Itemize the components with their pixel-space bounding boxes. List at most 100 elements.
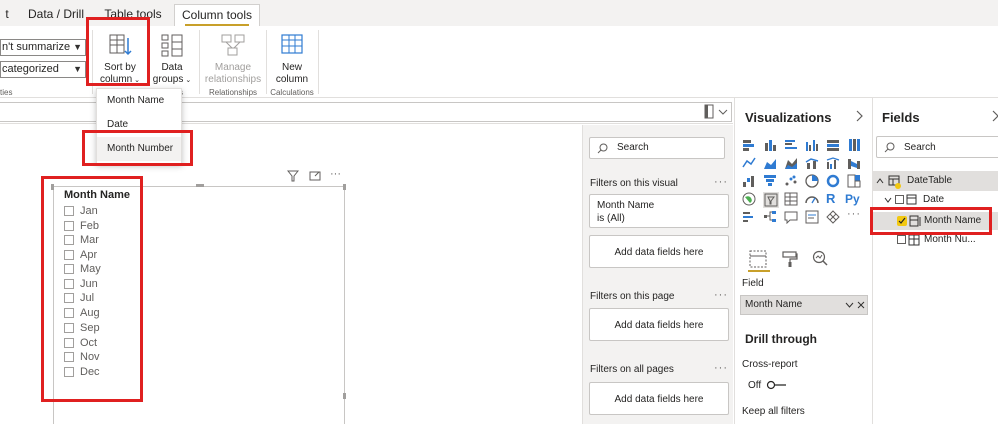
filter-card-state: is (All)	[597, 213, 625, 224]
more-visuals-icon[interactable]: ···	[847, 208, 867, 222]
python-visual-icon[interactable]: Py	[845, 192, 865, 206]
highlight-box-slicer	[41, 176, 143, 402]
menu-item-month-name[interactable]: Month Name	[107, 95, 164, 106]
scatter-chart-icon[interactable]	[784, 174, 798, 188]
filters-on-page-heading: Filters on this page	[590, 291, 675, 302]
clustered-column-chart-icon[interactable]	[805, 138, 819, 152]
waterfall-chart-icon[interactable]	[742, 174, 756, 188]
chevron-right-icon[interactable]	[855, 110, 863, 122]
field-item-date[interactable]: Date	[873, 193, 998, 207]
slicer-visual-icon[interactable]	[763, 192, 779, 208]
100-stacked-column-icon[interactable]	[847, 138, 861, 152]
stacked-column-chart-icon[interactable]	[763, 138, 777, 152]
keep-all-filters-label: Keep all filters	[742, 406, 805, 417]
highlight-box-month-number	[82, 130, 193, 166]
new-column-button[interactable]: New column	[270, 30, 314, 85]
manage-relationships-button[interactable]: Manage relationships	[202, 30, 264, 85]
manage-relationships-label-2: relationships	[204, 74, 262, 85]
fields-well-icon[interactable]	[749, 250, 767, 268]
summarization-dropdown[interactable]: n't summarize ▼	[0, 39, 86, 56]
manage-relationships-icon	[221, 34, 245, 56]
fields-pane: Fields Search DateTable Date Month Name …	[872, 98, 998, 424]
focus-mode-icon[interactable]	[309, 170, 321, 182]
manage-relationships-label-1: Manage	[214, 62, 252, 73]
table-icon	[888, 175, 901, 189]
tab-partial[interactable]: t	[0, 4, 14, 26]
group-label-relationships: Relationships	[208, 88, 258, 97]
tab-column-tools-label: Column tools	[181, 8, 253, 22]
qa-visual-icon[interactable]	[784, 210, 798, 224]
filter-icon[interactable]	[287, 170, 299, 182]
ribbon-chart-icon[interactable]	[847, 156, 861, 170]
fields-search-input[interactable]: Search	[876, 136, 998, 158]
drill-through-heading: Drill through	[745, 332, 817, 346]
tab-data-drill[interactable]: Data / Drill	[22, 4, 90, 26]
resize-handle[interactable]	[196, 184, 204, 187]
clustered-bar-chart-icon[interactable]	[784, 138, 798, 152]
line-clustered-column-icon[interactable]	[826, 156, 840, 170]
close-icon[interactable]	[857, 301, 865, 309]
add-data-fields-page[interactable]: Add data fields here	[589, 308, 729, 341]
group-label-calculations: Calculations	[270, 88, 314, 97]
field-checkbox[interactable]	[897, 235, 906, 244]
summarization-value: n't summarize	[2, 41, 71, 53]
more-options-icon[interactable]: ···	[714, 362, 728, 374]
field-checkbox[interactable]	[895, 195, 904, 204]
hierarchy-icon	[906, 194, 917, 205]
data-groups-icon	[161, 34, 183, 57]
numeric-column-icon	[908, 234, 920, 246]
smart-narrative-icon[interactable]	[805, 210, 819, 224]
more-options-icon[interactable]: ···	[714, 176, 728, 188]
chevron-down-icon: ▼	[73, 42, 82, 52]
tab-column-tools[interactable]: Column tools	[174, 4, 260, 26]
shape-map-icon[interactable]	[826, 210, 840, 224]
filters-search-input[interactable]: Search	[589, 137, 725, 159]
chevron-down-icon[interactable]	[845, 302, 854, 309]
area-chart-icon[interactable]	[763, 156, 777, 170]
decomposition-tree-icon[interactable]	[763, 210, 777, 224]
filter-card-month-name[interactable]: Month Name is (All)	[589, 194, 729, 228]
line-column-chart-icon[interactable]	[805, 156, 819, 170]
field-well-item[interactable]: Month Name	[740, 295, 868, 315]
donut-chart-icon[interactable]	[826, 174, 840, 188]
more-options-icon[interactable]: ···	[714, 289, 728, 301]
menu-item-date[interactable]: Date	[107, 119, 128, 130]
add-data-fields-visual[interactable]: Add data fields here	[589, 235, 729, 268]
highlight-box-sort-button	[86, 17, 150, 86]
add-data-fields-all-pages[interactable]: Add data fields here	[589, 382, 729, 415]
formula-cursor-icon	[704, 104, 714, 119]
gauge-icon[interactable]	[805, 192, 819, 206]
more-options-icon[interactable]: ···	[330, 168, 341, 180]
line-chart-icon[interactable]	[742, 156, 756, 170]
chevron-up-icon[interactable]	[876, 178, 884, 184]
funnel-chart-icon[interactable]	[763, 174, 777, 188]
format-paint-roller-icon[interactable]	[781, 250, 799, 268]
field-item-month-number[interactable]: Month Nu...	[873, 233, 998, 247]
field-table-row[interactable]: DateTable	[873, 171, 998, 191]
r-script-visual-icon[interactable]: R	[826, 192, 840, 206]
map-icon[interactable]	[742, 192, 756, 206]
100-stacked-bar-icon[interactable]	[826, 138, 840, 152]
chevron-down-icon[interactable]	[884, 197, 892, 203]
chevron-right-icon[interactable]	[991, 110, 998, 122]
fields-search-placeholder: Search	[904, 142, 936, 153]
pie-chart-icon[interactable]	[805, 174, 819, 188]
resize-handle[interactable]	[343, 393, 346, 399]
field-table-name: DateTable	[907, 175, 953, 186]
new-column-label-1: New	[281, 62, 302, 73]
stacked-area-chart-icon[interactable]	[784, 156, 798, 170]
resize-handle[interactable]	[343, 184, 346, 190]
analytics-magnifier-icon[interactable]	[811, 250, 829, 268]
stacked-bar-chart-icon[interactable]	[742, 138, 756, 152]
key-influencers-icon[interactable]	[742, 210, 756, 224]
filter-card-field: Month Name	[597, 200, 655, 211]
treemap-icon[interactable]	[847, 174, 861, 188]
group-label-properties: ties	[0, 88, 13, 97]
table-visual-icon[interactable]	[784, 192, 798, 206]
new-column-icon	[281, 34, 303, 54]
cross-report-toggle[interactable]	[766, 379, 788, 391]
highlight-box-month-name-field	[870, 207, 992, 235]
data-category-dropdown[interactable]: categorized ▼	[0, 61, 86, 78]
data-groups-button[interactable]: Data groups ⌄	[150, 30, 194, 85]
chevron-down-icon[interactable]	[718, 108, 728, 116]
